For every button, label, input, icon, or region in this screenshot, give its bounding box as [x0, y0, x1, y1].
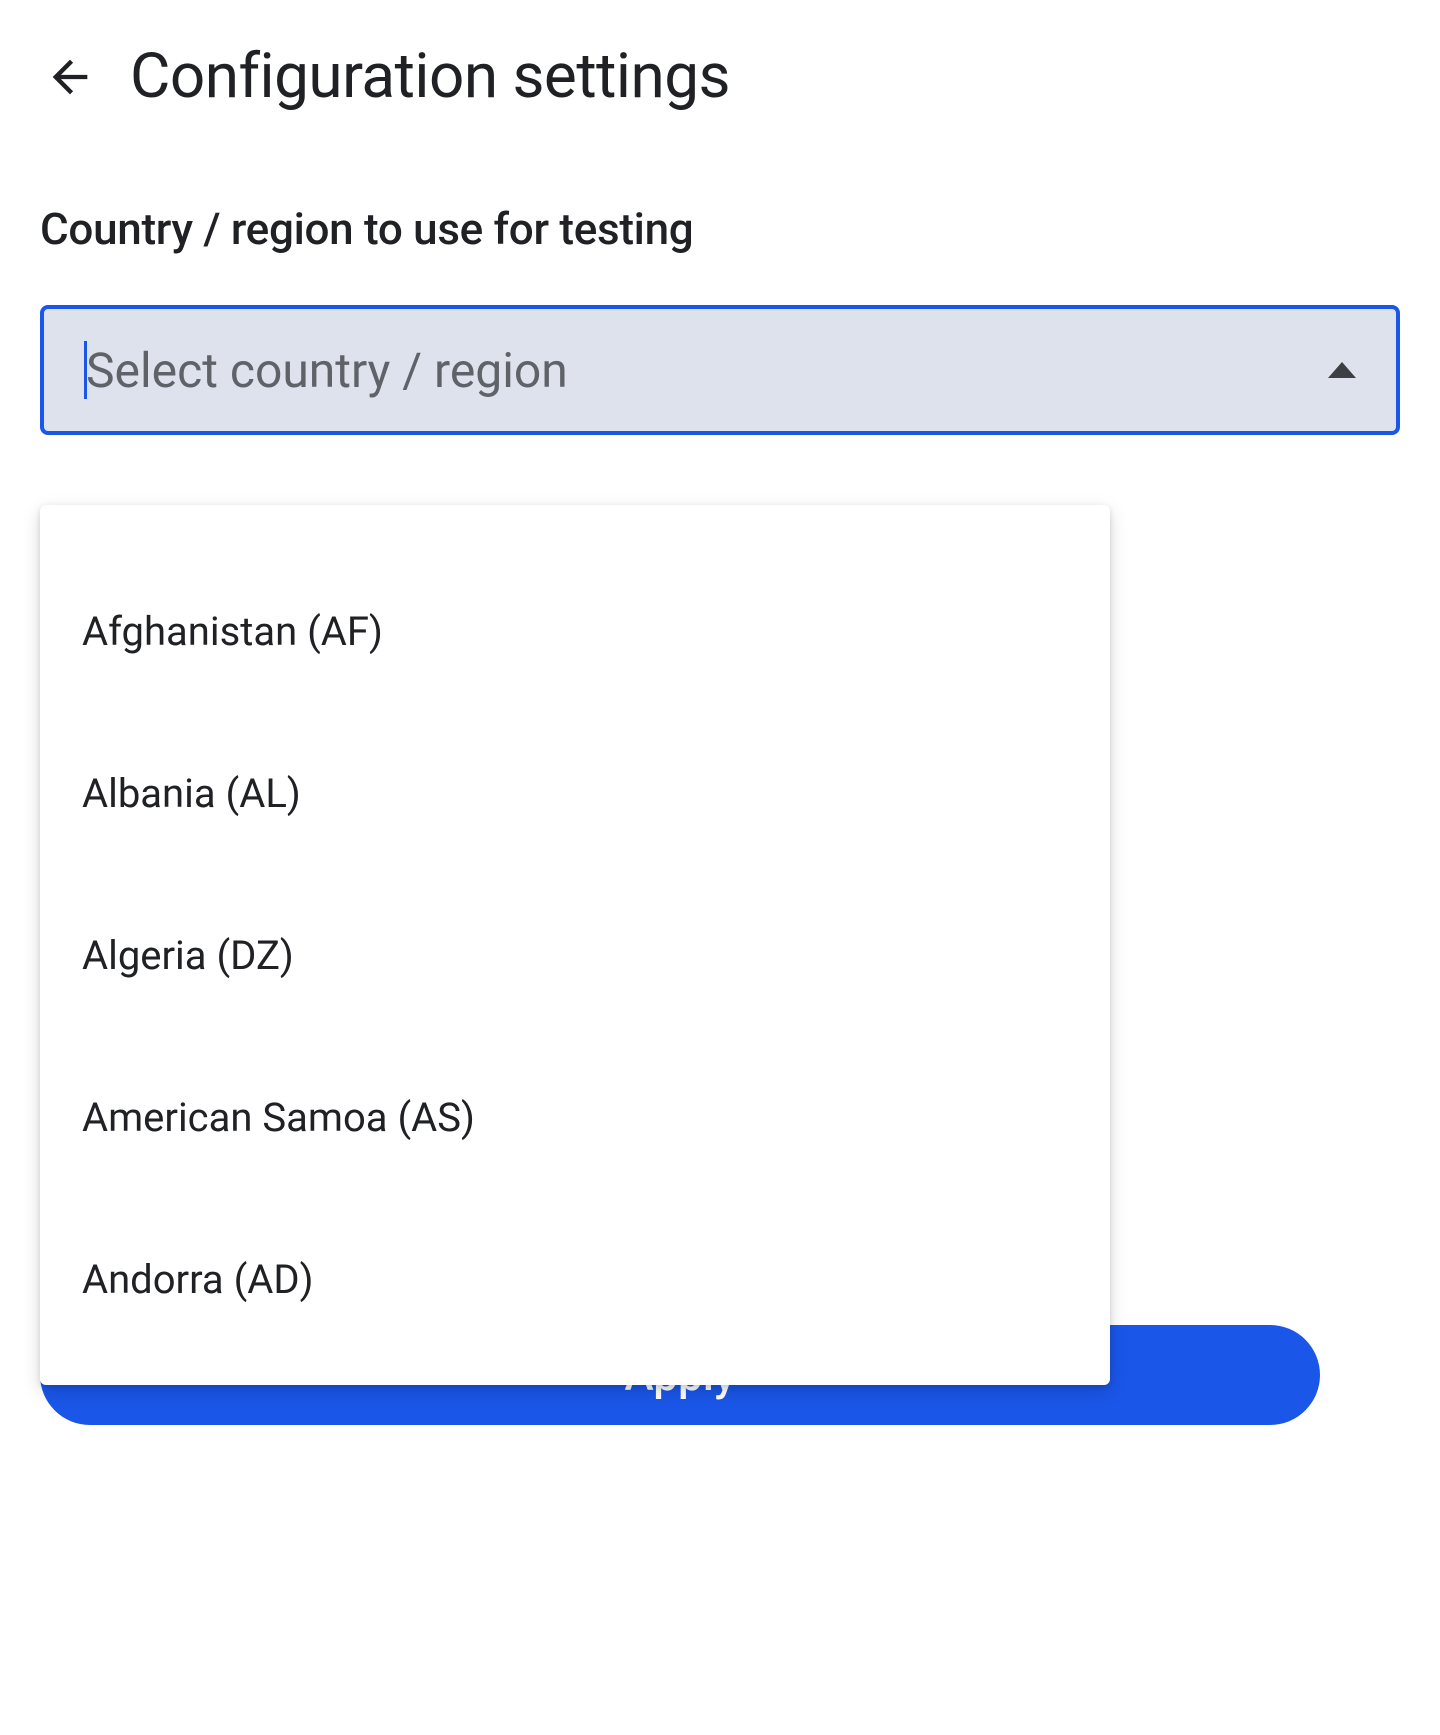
- page-title: Configuration settings: [130, 40, 730, 113]
- header: Configuration settings: [40, 40, 1400, 113]
- country-select-container: Select country / region: [40, 305, 1400, 435]
- arrow-left-icon: [44, 51, 96, 103]
- dropdown-option[interactable]: Angola (AO): [40, 1360, 1110, 1385]
- dropdown-option[interactable]: American Samoa (AS): [40, 1036, 1110, 1198]
- chevron-up-icon: [1328, 362, 1356, 378]
- dropdown-option[interactable]: Algeria (DZ): [40, 874, 1110, 1036]
- country-select[interactable]: Select country / region: [40, 305, 1400, 435]
- text-cursor: [84, 341, 87, 399]
- dropdown-option[interactable]: Afghanistan (AF): [40, 550, 1110, 712]
- country-field-label: Country / region to use for testing: [40, 203, 1400, 255]
- dropdown-option[interactable]: Albania (AL): [40, 712, 1110, 874]
- dropdown-option[interactable]: Andorra (AD): [40, 1198, 1110, 1360]
- back-button[interactable]: [40, 47, 100, 107]
- country-dropdown-panel: Afghanistan (AF) Albania (AL) Algeria (D…: [40, 505, 1110, 1385]
- country-select-placeholder: Select country / region: [86, 342, 568, 399]
